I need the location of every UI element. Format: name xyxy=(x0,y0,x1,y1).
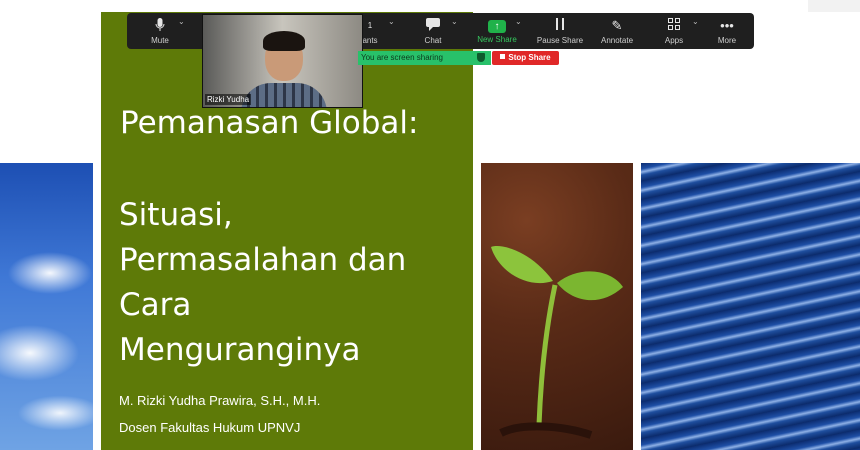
sky-image xyxy=(0,163,93,450)
pause-icon xyxy=(531,18,589,34)
window-corner xyxy=(808,0,860,12)
shield-icon xyxy=(477,53,485,62)
subtitle-line: Permasalahan dan xyxy=(119,242,407,278)
participant-hair xyxy=(263,31,305,51)
mute-label: Mute xyxy=(151,36,169,45)
chat-label: Chat xyxy=(424,36,442,45)
water-image xyxy=(641,163,860,450)
more-label: More xyxy=(717,36,737,45)
apps-label: Apps xyxy=(664,36,684,45)
seedling-image xyxy=(481,163,633,450)
slide-title: Pemanasan Global: xyxy=(120,105,419,141)
slide-subtitle: Situasi, Permasalahan dan Cara Mengurang… xyxy=(119,193,464,373)
chat-button[interactable]: Chat ⌄ xyxy=(404,13,462,49)
stop-icon xyxy=(500,54,506,59)
sharing-text: You are screen sharing xyxy=(361,53,443,62)
chevron-down-icon[interactable]: ⌄ xyxy=(515,17,522,26)
ellipsis-icon: ••• xyxy=(720,18,734,33)
pause-share-button[interactable]: Pause Share xyxy=(531,13,589,49)
pause-share-label: Pause Share xyxy=(536,36,584,45)
apps-button[interactable]: Apps ⌄ xyxy=(645,13,703,49)
participant-name: Rizki Yudha xyxy=(205,94,252,105)
new-share-label: New Share xyxy=(477,35,517,44)
chevron-down-icon[interactable]: ⌄ xyxy=(388,17,395,26)
stop-share-button[interactable]: Stop Share xyxy=(492,51,559,65)
slide-author: M. Rizki Yudha Prawira, S.H., M.H. xyxy=(119,393,321,408)
chevron-down-icon[interactable]: ⌄ xyxy=(178,17,185,26)
pencil-icon: ✎ xyxy=(611,18,623,33)
stop-share-label: Stop Share xyxy=(508,53,551,62)
more-button[interactable]: ••• More xyxy=(698,13,756,49)
slide-affiliation: Dosen Fakultas Hukum UPNVJ xyxy=(119,420,301,435)
subtitle-line: Cara xyxy=(119,287,192,323)
video-tile[interactable]: Rizki Yudha xyxy=(202,14,363,108)
seedling-icon xyxy=(491,246,623,439)
annotate-button[interactable]: ✎ Annotate xyxy=(588,13,646,49)
chevron-down-icon[interactable]: ⌄ xyxy=(451,17,458,26)
mute-button[interactable]: Mute ⌄ xyxy=(131,13,189,49)
new-share-button[interactable]: ↑ New Share ⌄ xyxy=(468,13,526,49)
subtitle-line: Situasi, xyxy=(119,197,233,233)
arrow-up-icon: ↑ xyxy=(488,20,506,33)
annotate-label: Annotate xyxy=(600,36,634,45)
screen-sharing-banner: You are screen sharing xyxy=(358,51,491,65)
subtitle-line: Menguranginya xyxy=(119,332,361,368)
